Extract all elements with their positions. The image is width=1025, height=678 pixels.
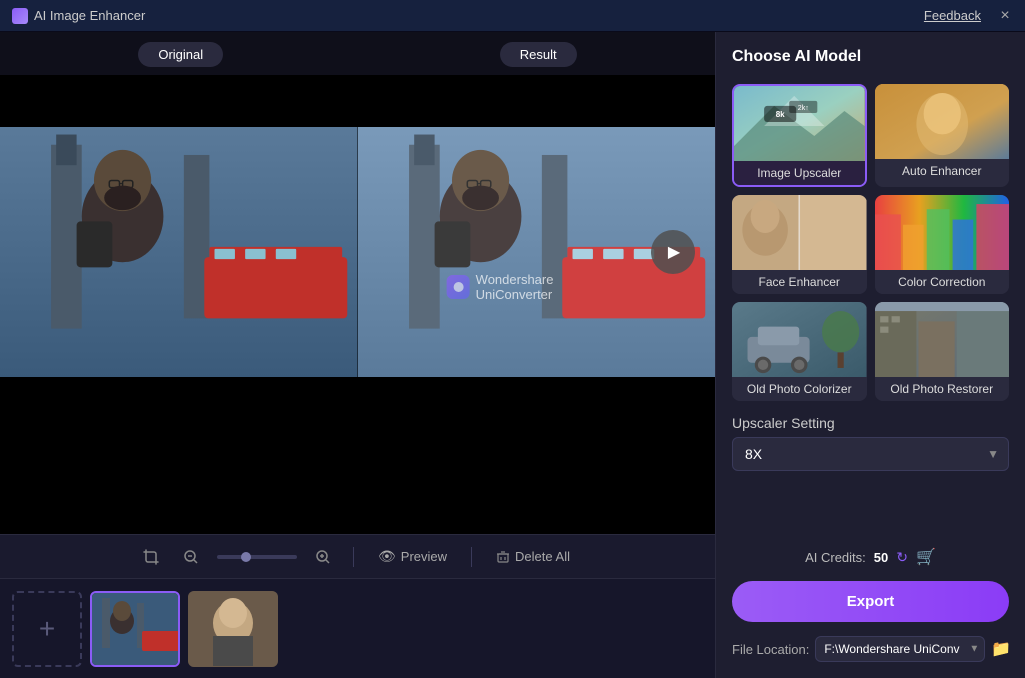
zoom-slider-thumb [241,552,251,562]
svg-text:2k↑: 2k↑ [798,105,809,112]
model-thumb-color-correction [875,195,1010,270]
model-card-face-enhancer[interactable]: Face Enhancer [732,195,867,294]
close-button[interactable]: × [997,8,1013,24]
toolbar-divider-2 [471,547,472,567]
model-thumb-face-enhancer [732,195,867,270]
model-label-face-enhancer: Face Enhancer [732,270,867,294]
file-location-select[interactable]: F:\Wondershare UniConv [815,636,985,662]
thumbnail-1[interactable] [90,591,180,667]
black-bottom [0,377,715,437]
app-title: AI Image Enhancer [34,8,145,23]
eye-icon: 👁 [378,548,396,565]
upscaler-setting-label: Upscaler Setting [732,415,1009,431]
canvas-area: Original Result [0,32,715,534]
thumbnail-strip: + [0,578,715,678]
model-card-old-photo-colorizer[interactable]: Old Photo Colorizer [732,302,867,401]
preview-button[interactable]: 👁 Preview [370,544,455,569]
model-card-old-photo-restorer[interactable]: Old Photo Restorer [875,302,1010,401]
watermark-text: Wondershare UniConverter [476,272,626,302]
model-card-auto-enhancer[interactable]: Auto Enhancer [875,84,1010,187]
title-bar: AI Image Enhancer Feedback × [0,0,1025,32]
model-label-old-photo-colorizer: Old Photo Colorizer [732,377,867,401]
model-label-old-photo-restorer: Old Photo Restorer [875,377,1010,401]
credits-row: AI Credits: 50 ↻ 🛒 [732,547,1009,567]
app-title-container: AI Image Enhancer [12,8,145,24]
right-panel: Choose AI Model [715,32,1025,678]
toolbar: 👁 Preview Delete All [0,534,715,578]
result-label: Result [500,42,577,67]
preview-images-row: Wondershare UniConverter [0,127,715,377]
preview-left [0,127,358,377]
upscaler-select-wrapper: 8X 4X 2X ▼ [732,437,1009,471]
model-thumb-auto-enhancer [875,84,1010,159]
model-label-color-correction: Color Correction [875,270,1010,294]
trash-icon [496,550,510,564]
original-image [0,127,358,377]
app-icon [12,8,28,24]
model-label-auto-enhancer: Auto Enhancer [875,159,1010,183]
delete-all-button[interactable]: Delete All [488,545,578,568]
zoom-in-icon[interactable] [309,543,337,571]
zoom-out-icon[interactable] [177,543,205,571]
model-card-image-upscaler[interactable]: 8k 2k↑ Image Upscaler [732,84,867,187]
model-section-title: Choose AI Model [732,48,1009,66]
cart-icon[interactable]: 🛒 [916,547,936,567]
watermark-icon [447,275,470,299]
refresh-credits-icon[interactable]: ↻ [896,549,908,566]
ai-credits-count: 50 [874,550,888,565]
play-button[interactable] [651,230,695,274]
thumbnail-2[interactable] [188,591,278,667]
svg-text:8k: 8k [776,110,785,119]
left-panel: Original Result [0,32,715,678]
upscaler-setting: Upscaler Setting 8X 4X 2X ▼ [732,415,1009,471]
title-right: Feedback × [924,8,1013,24]
preview-right: Wondershare UniConverter [358,127,716,377]
preview-label: Preview [401,549,447,564]
export-button[interactable]: Export [732,581,1009,622]
zoom-slider[interactable] [217,555,297,559]
watermark: Wondershare UniConverter [447,272,626,302]
model-thumb-old-photo-colorizer [732,302,867,377]
delete-all-label: Delete All [515,549,570,564]
file-location-row: File Location: F:\Wondershare UniConv ▼ … [732,636,1009,662]
original-label: Original [138,42,223,67]
zoom-slider-container [217,555,297,559]
model-label-image-upscaler: Image Upscaler [734,161,865,185]
upscaler-select[interactable]: 8X 4X 2X [732,437,1009,471]
toolbar-divider-1 [353,547,354,567]
model-card-color-correction[interactable]: Color Correction [875,195,1010,294]
ai-credits-label: AI Credits: [805,550,866,565]
add-image-button[interactable]: + [12,591,82,667]
image-preview: Wondershare UniConverter [0,32,715,534]
model-grid: 8k 2k↑ Image Upscaler [732,84,1009,401]
model-thumb-upscaler: 8k 2k↑ [734,86,865,161]
main-layout: Original Result [0,32,1025,678]
file-location-label: File Location: [732,642,809,657]
crop-icon[interactable] [137,543,165,571]
feedback-link[interactable]: Feedback [924,8,981,23]
labels-row: Original Result [0,32,715,75]
thumbnail-1-image [92,593,180,667]
folder-icon[interactable]: 📁 [991,639,1011,659]
thumbnail-2-image [188,591,278,667]
model-thumb-old-photo-restorer [875,302,1010,377]
